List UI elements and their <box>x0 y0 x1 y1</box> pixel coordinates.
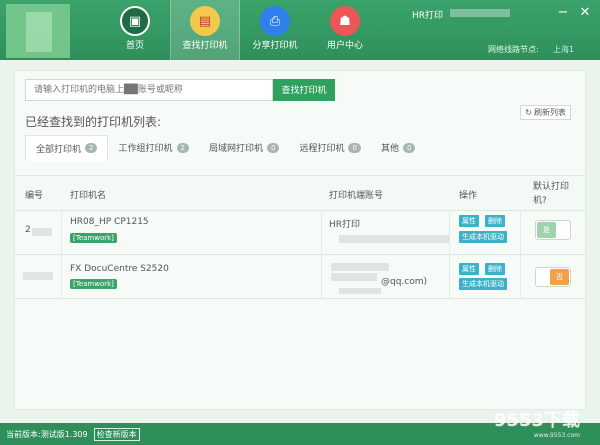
tab-remote-printers[interactable]: 远程打印机 0 <box>289 135 370 161</box>
version-label: 当前版本:测试版1.309 <box>6 429 88 439</box>
tab-label: 全部打印机 <box>36 144 82 155</box>
search-input[interactable] <box>25 79 273 101</box>
app-logo <box>6 4 70 58</box>
share-printer-icon: ⎙ <box>260 6 290 36</box>
site-watermark: 9553下载 www.9553.com <box>494 406 580 439</box>
printer-tabs: 全部打印机 2 工作组打印机 2 局域网打印机 0 远程打印机 0 其他 0 <box>25 135 425 161</box>
find-printer-icon: ▤ <box>190 6 220 36</box>
nav-share-printer-label: 分享打印机 <box>252 41 298 51</box>
header-num: 编号 <box>25 190 44 201</box>
refresh-label: 刷新列表 <box>534 108 566 117</box>
refresh-button[interactable]: ↻ 刷新列表 <box>520 105 571 120</box>
find-printer-button[interactable]: 查找打印机 <box>273 79 335 101</box>
properties-button[interactable]: 属性 <box>459 215 479 227</box>
printer-account: @qq.com) <box>381 277 428 287</box>
nav-home[interactable]: ▣ 首页 <box>100 0 170 60</box>
generate-driver-button[interactable]: 生成本机驱动 <box>459 231 507 243</box>
watermark-sub: www.9553.com <box>533 432 580 439</box>
row-num: 2 <box>25 225 31 235</box>
network-node-select[interactable]: 上海1 <box>553 44 574 55</box>
tab-count-badge: 0 <box>402 142 416 153</box>
tab-count-badge: 0 <box>348 142 361 153</box>
nav-user-center-label: 用户中心 <box>326 41 363 51</box>
tab-label: 局域网打印机 <box>208 144 263 154</box>
close-button[interactable]: ✕ <box>578 6 592 20</box>
table-header: 编号 打印机名 打印机端账号 操作 默认打印机? <box>15 175 585 211</box>
check-update-button[interactable]: 检查新版本 <box>93 427 140 441</box>
redacted-block <box>339 235 449 243</box>
printer-table: 编号 打印机名 打印机端账号 操作 默认打印机? 2 HR08_HP CP121… <box>15 175 585 299</box>
user-center-icon: ☗ <box>330 6 360 36</box>
toggle-yes: 是 <box>537 222 556 238</box>
table-row[interactable]: 2 HR08_HP CP1215 [Teamwork] HR打印 属性 删除 生… <box>15 211 585 255</box>
tab-count-badge: 2 <box>176 142 189 153</box>
generate-driver-button[interactable]: 生成本机驱动 <box>459 278 507 290</box>
main-content: 查找打印机 已经查找到的打印机列表: ↻ 刷新列表 全部打印机 2 工作组打印机… <box>14 70 586 410</box>
teamwork-tag: [Teamwork] <box>70 233 117 243</box>
redacted-block <box>339 288 381 294</box>
header-account: 打印机端账号 <box>329 190 384 201</box>
tab-lan-printers[interactable]: 局域网打印机 0 <box>199 135 289 161</box>
redacted-block <box>32 228 52 236</box>
table-row[interactable]: FX DocuCentre S2520 [Teamwork] @qq.com) … <box>15 255 585 299</box>
nav-share-printer[interactable]: ⎙ 分享打印机 <box>240 0 310 60</box>
home-icon: ▣ <box>120 6 150 36</box>
nav-find-printer[interactable]: ▤ 查找打印机 <box>170 0 240 60</box>
window-title-blur <box>450 9 510 17</box>
nav-user-center[interactable]: ☗ 用户中心 <box>310 0 380 60</box>
network-node-label: 网络线路节点: <box>488 45 539 54</box>
default-printer-toggle[interactable]: 是 <box>535 220 571 240</box>
nav-home-label: 首页 <box>125 41 144 51</box>
delete-button[interactable]: 删除 <box>485 215 505 227</box>
toggle-no: 否 <box>550 269 569 285</box>
redacted-block <box>23 272 53 280</box>
printer-name: HR08_HP CP1215 <box>70 217 149 227</box>
main-nav: ▣ 首页 ▤ 查找打印机 ⎙ 分享打印机 ☗ 用户中心 <box>100 0 380 60</box>
list-title: 已经查找到的打印机列表: <box>25 115 162 129</box>
printer-name: FX DocuCentre S2520 <box>70 264 169 274</box>
watermark-main: 9553下载 <box>493 410 580 431</box>
delete-button[interactable]: 删除 <box>485 263 505 275</box>
tab-label: 其他 <box>380 144 399 154</box>
refresh-icon: ↻ <box>525 108 532 117</box>
default-printer-toggle[interactable]: 否 <box>535 267 571 287</box>
minimize-button[interactable]: − <box>556 6 570 20</box>
properties-button[interactable]: 属性 <box>459 263 479 275</box>
header-name: 打印机名 <box>70 190 107 201</box>
nav-find-printer-label: 查找打印机 <box>182 41 228 51</box>
tab-label: 远程打印机 <box>299 144 345 154</box>
header-default: 默认打印机? <box>533 182 570 206</box>
title-bar: ▣ 首页 ▤ 查找打印机 ⎙ 分享打印机 ☗ 用户中心 HR打印 − ✕ 网络线… <box>0 0 600 60</box>
tab-other-printers[interactable]: 其他 0 <box>371 135 425 161</box>
tab-count-badge: 0 <box>266 142 280 153</box>
tab-workgroup-printers[interactable]: 工作组打印机 2 <box>108 135 198 161</box>
tab-all-printers[interactable]: 全部打印机 2 <box>25 135 109 161</box>
printer-account: HR打印 <box>329 220 361 230</box>
window-title: HR打印 <box>412 11 444 21</box>
tab-label: 工作组打印机 <box>118 144 173 154</box>
redacted-block <box>331 273 377 281</box>
tab-count-badge: 2 <box>85 143 98 153</box>
header-ops: 操作 <box>459 190 478 201</box>
redacted-block <box>331 263 389 271</box>
teamwork-tag: [Teamwork] <box>70 279 117 289</box>
